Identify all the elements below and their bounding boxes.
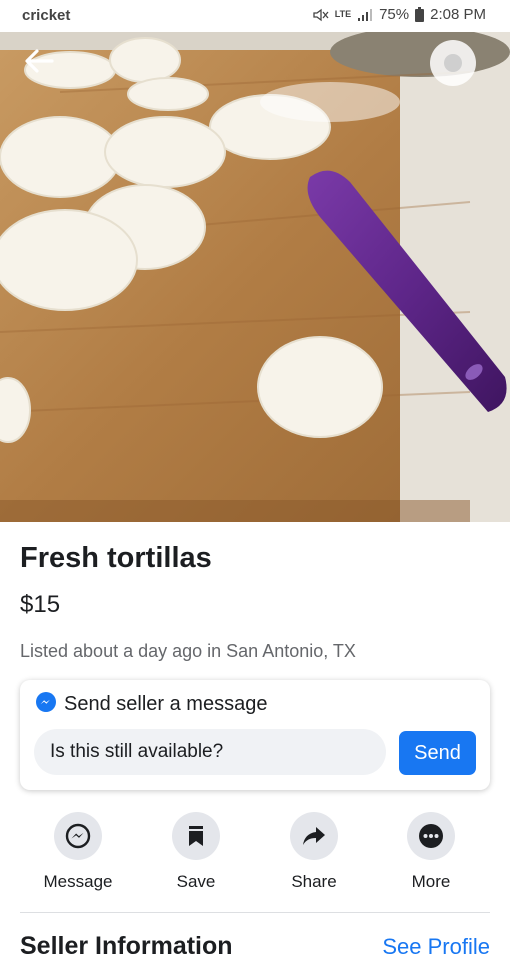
see-profile-link[interactable]: See Profile <box>382 934 490 960</box>
send-message-heading: Send seller a message <box>64 693 268 715</box>
share-action-label: Share <box>291 872 337 891</box>
bookmark-icon[interactable] <box>172 812 220 860</box>
listing-price: $15 <box>20 591 61 618</box>
listing-meta: Listed about a day ago in San Antonio, T… <box>20 641 356 661</box>
action-bar: Message Save Share More <box>0 812 510 902</box>
status-bar: cricket LTE 75% 2:08 PM <box>0 0 510 32</box>
mute-icon <box>313 8 329 22</box>
save-action[interactable]: Save <box>141 812 251 892</box>
status-indicators: LTE 75% 2:08 PM <box>313 6 486 23</box>
save-action-label: Save <box>176 872 216 891</box>
battery-percent: 75% <box>379 6 410 23</box>
more-dots-icon[interactable] <box>407 812 455 860</box>
network-type: LTE <box>334 9 352 19</box>
carrier-name: cricket <box>22 7 71 24</box>
send-button[interactable]: Send <box>399 731 476 775</box>
message-action[interactable]: Message <box>23 812 133 892</box>
back-arrow-icon[interactable] <box>22 46 56 76</box>
listing-title: Fresh tortillas <box>20 542 212 574</box>
seller-info-heading: Seller Information <box>20 932 233 960</box>
more-action-label: More <box>411 872 451 891</box>
messenger-icon <box>36 692 56 717</box>
clock: 2:08 PM <box>430 6 486 23</box>
overflow-menu-icon[interactable] <box>430 40 476 86</box>
section-divider <box>20 912 490 913</box>
more-action[interactable]: More <box>376 812 486 892</box>
messenger-icon[interactable] <box>54 812 102 860</box>
listing-photo[interactable] <box>0 32 510 522</box>
send-message-card: Send seller a message Send <box>20 680 490 790</box>
share-action[interactable]: Share <box>259 812 369 892</box>
message-input[interactable] <box>34 729 386 775</box>
tortillas-photo-image <box>0 32 510 522</box>
battery-icon <box>415 7 425 22</box>
send-message-header: Send seller a message <box>36 692 267 717</box>
signal-icon <box>357 8 373 22</box>
message-action-label: Message <box>43 872 113 891</box>
share-arrow-icon[interactable] <box>290 812 338 860</box>
